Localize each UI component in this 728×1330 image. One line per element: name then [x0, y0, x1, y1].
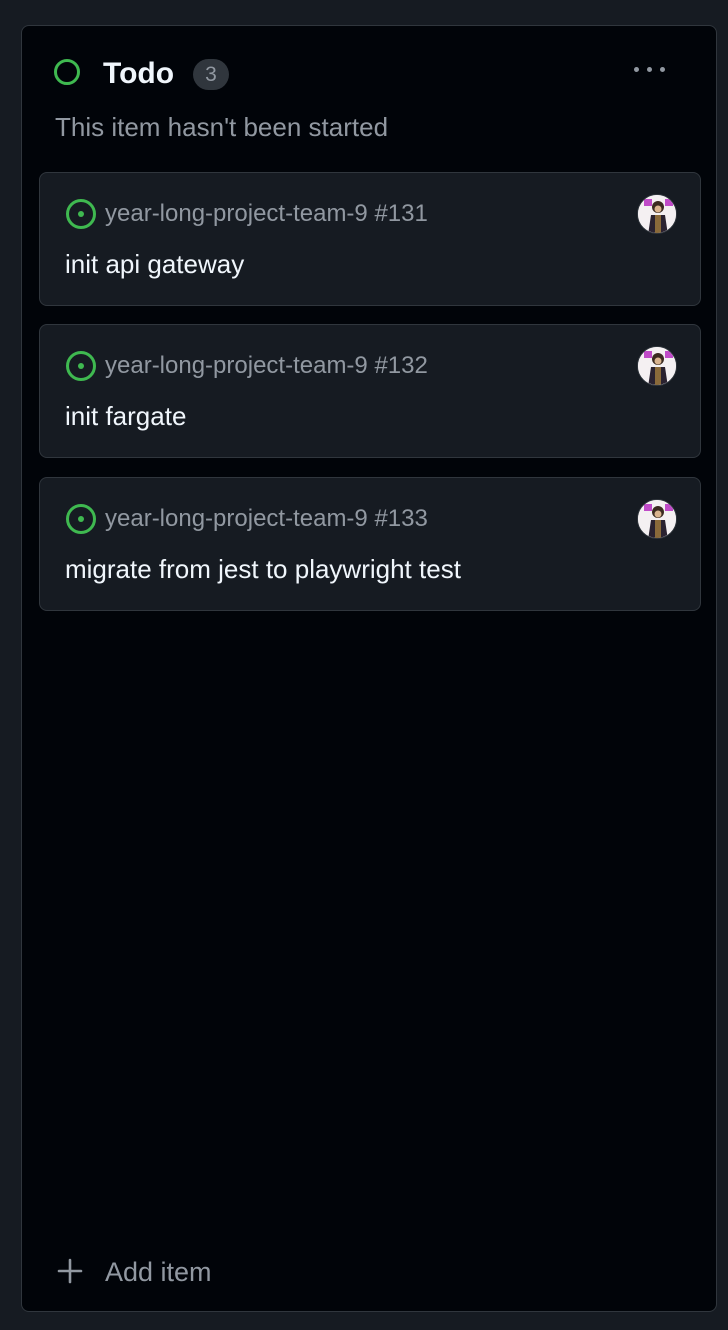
- assignee-avatar[interactable]: [637, 346, 677, 386]
- issue-card[interactable]: year-long-project-team-9 #131 init api g…: [39, 172, 701, 306]
- issue-title[interactable]: init api gateway: [65, 247, 244, 281]
- add-item-label: Add item: [105, 1257, 212, 1287]
- status-circle-icon: [54, 59, 80, 85]
- column-description: This item hasn't been started: [55, 112, 389, 142]
- issue-title[interactable]: init fargate: [65, 399, 186, 433]
- column-header: Todo 3 This item hasn't been started: [22, 26, 716, 142]
- board-column-todo: Todo 3 This item hasn't been started yea…: [21, 25, 717, 1312]
- issue-card[interactable]: year-long-project-team-9 #133 migrate fr…: [39, 477, 701, 611]
- kebab-dot: [647, 67, 652, 72]
- issue-open-icon: [66, 351, 96, 381]
- issue-repo-reference[interactable]: year-long-project-team-9 #131: [105, 198, 428, 230]
- issue-title[interactable]: migrate from jest to playwright test: [65, 552, 461, 586]
- assignee-avatar[interactable]: [637, 499, 677, 539]
- add-item-button[interactable]: Add item: [57, 1252, 277, 1292]
- kebab-dot: [660, 67, 665, 72]
- issue-open-icon: [66, 504, 96, 534]
- column-options-button[interactable]: [620, 54, 680, 84]
- item-count-badge: 3: [193, 59, 229, 90]
- issue-open-icon: [66, 199, 96, 229]
- issue-repo-reference[interactable]: year-long-project-team-9 #132: [105, 350, 428, 382]
- kebab-horizontal-icon: [634, 67, 639, 72]
- column-title: Todo: [103, 57, 175, 90]
- assignee-avatar[interactable]: [637, 194, 677, 234]
- issue-repo-reference[interactable]: year-long-project-team-9 #133: [105, 503, 428, 535]
- issue-card[interactable]: year-long-project-team-9 #132 init farga…: [39, 324, 701, 458]
- plus-icon: [57, 1258, 83, 1284]
